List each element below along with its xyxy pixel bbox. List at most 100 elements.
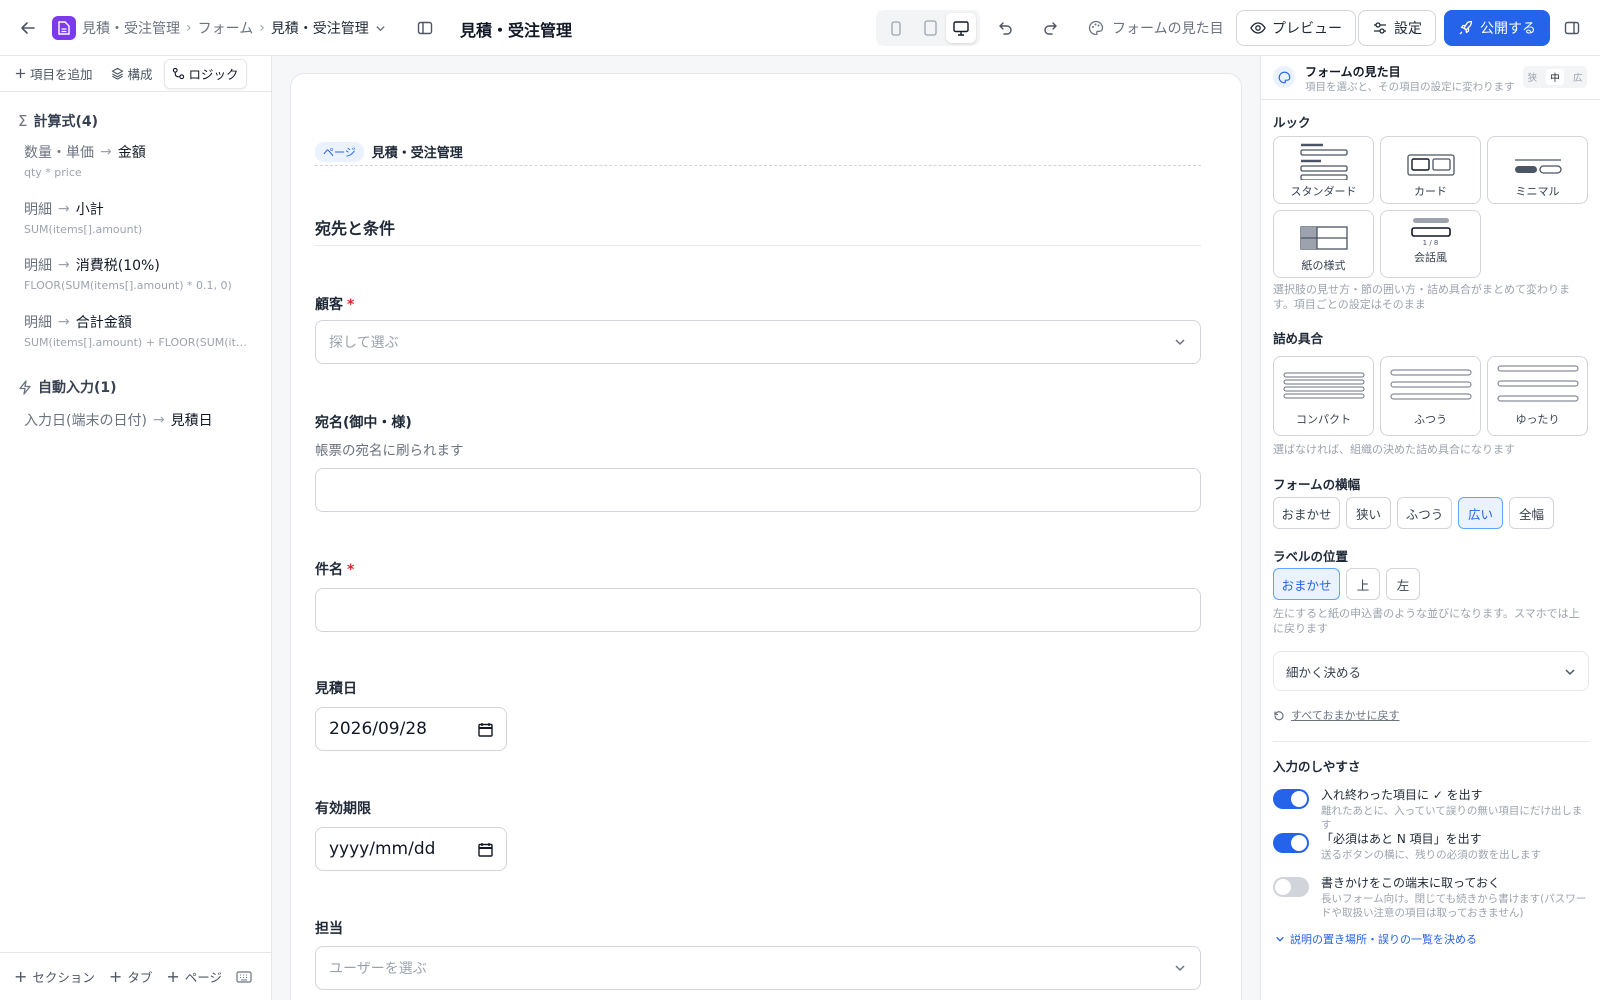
look-minimal[interactable]: ミニマル xyxy=(1487,136,1588,204)
standard-look-icon xyxy=(1299,143,1348,180)
mobile-view-icon[interactable] xyxy=(886,18,906,38)
width-narrow[interactable]: 狭い xyxy=(1346,497,1391,529)
look-minimal-label: ミニマル xyxy=(1515,185,1560,198)
plus-icon xyxy=(15,68,26,79)
chevron-down-icon xyxy=(1564,666,1576,678)
more-settings-label: 説明の置き場所・誤りの一覧を決める xyxy=(1290,933,1477,946)
look-card[interactable]: カード xyxy=(1380,136,1481,204)
appearance-button[interactable]: フォームの見た目 xyxy=(1088,18,1224,38)
sidebar-footer: + セクション + タブ + ページ xyxy=(0,952,271,1000)
publish-label: 公開する xyxy=(1480,21,1536,37)
calendar-icon[interactable] xyxy=(478,842,493,857)
customer-label: 顧客 xyxy=(315,297,343,313)
autofill-item[interactable]: 入力日(端末の日付) → 見積日 xyxy=(0,410,213,430)
panel-toggle-icon[interactable] xyxy=(1562,18,1582,38)
tablet-view-icon[interactable] xyxy=(920,18,940,38)
look-conversational[interactable]: 1 / 8 会話風 xyxy=(1380,210,1481,278)
tab-structure[interactable]: 構成 xyxy=(104,59,160,89)
tab-structure-label: 構成 xyxy=(127,67,153,82)
publish-button[interactable]: 公開する xyxy=(1444,10,1550,46)
arrow-right-icon: → xyxy=(58,201,70,217)
plus-icon: + xyxy=(108,967,123,986)
add-page-button[interactable]: + ページ xyxy=(166,967,222,986)
look-standard[interactable]: スタンダード xyxy=(1273,136,1374,204)
date-input[interactable]: 2026/09/28 xyxy=(315,707,507,751)
label-position-left[interactable]: 左 xyxy=(1386,568,1420,600)
add-tab-button[interactable]: + タブ xyxy=(109,967,152,986)
breadcrumb-section[interactable]: フォーム xyxy=(198,18,254,38)
formula-expression: qty * price xyxy=(24,166,82,179)
width-auto[interactable]: おまかせ xyxy=(1273,497,1340,529)
density-normal[interactable]: ふつう xyxy=(1380,356,1481,436)
top-bar: 見積・受注管理 › フォーム › 見積・受注管理 見積・受注管理 フォームの見た… xyxy=(0,0,1600,56)
sidebar-toggle-icon[interactable] xyxy=(415,18,435,38)
detail-select-label: 細かく決める xyxy=(1286,664,1362,680)
formulas-title: 計算式(4) xyxy=(33,114,99,130)
arrow-right-icon: → xyxy=(58,314,70,330)
width-normal[interactable]: ふつう xyxy=(1397,497,1452,529)
keyboard-icon[interactable] xyxy=(236,970,252,983)
page-badge: ページ xyxy=(315,141,364,162)
label-position-auto[interactable]: おまかせ xyxy=(1273,568,1340,600)
checkmark-toggle[interactable] xyxy=(1273,789,1309,809)
formula-item[interactable]: 数量・単価 → 金額 qty * price xyxy=(0,142,249,179)
redo-icon[interactable] xyxy=(1040,18,1060,38)
density-compact-label: コンパクト xyxy=(1296,413,1351,426)
customer-select[interactable]: 探して選ぶ xyxy=(315,320,1201,364)
addressee-input[interactable] xyxy=(315,468,1201,512)
eye-icon xyxy=(1250,20,1266,36)
formula-item[interactable]: 明細 → 消費税(10%) FLOOR(SUM(items[].amount) * … xyxy=(0,255,249,292)
density-compact[interactable]: コンパクト xyxy=(1273,356,1374,436)
paper-look-icon xyxy=(1299,226,1348,250)
calendar-icon[interactable] xyxy=(478,722,493,737)
plus-icon: + xyxy=(14,967,28,986)
reset-link[interactable]: すべておまかせに戻す xyxy=(1273,707,1399,723)
sigma-icon: Σ xyxy=(18,112,28,130)
label-position-top[interactable]: 上 xyxy=(1346,568,1380,600)
rocket-icon xyxy=(1458,20,1474,36)
formula-item[interactable]: 明細 → 合計金額 SUM(items[].amount) + FLOOR(SUM(… xyxy=(0,312,249,349)
preview-button[interactable]: プレビュー xyxy=(1236,10,1356,46)
draft-save-toggle-desc: 長いフォーム向け。閉じても続きから書けます(パスワードや取扱い注意の項目は取って… xyxy=(1321,893,1587,919)
tab-add-item[interactable]: 項目を追加 xyxy=(8,59,100,89)
compact-density-icon xyxy=(1283,372,1364,399)
required-count-toggle[interactable] xyxy=(1273,833,1309,853)
density-relaxed[interactable]: ゆったり xyxy=(1487,356,1588,436)
breadcrumb-app[interactable]: 見積・受注管理 xyxy=(82,18,180,38)
chevron-down-icon[interactable] xyxy=(375,23,386,34)
breadcrumb-current[interactable]: 見積・受注管理 xyxy=(271,18,369,38)
size-medium[interactable]: 中 xyxy=(1546,69,1564,85)
subject-input[interactable] xyxy=(315,588,1201,632)
undo-icon[interactable] xyxy=(996,18,1016,38)
formula-item[interactable]: 明細 → 小計 SUM(items[].amount) xyxy=(0,199,249,236)
desktop-view-icon[interactable] xyxy=(946,13,976,43)
card-look-icon xyxy=(1406,154,1455,176)
panel-subtitle: 項目を選ぶと、その項目の設定に変わります xyxy=(1305,81,1515,93)
palette-icon xyxy=(1088,20,1104,36)
checkmark-toggle-desc: 離れたあとに、入っていて誤りの無い項目にだけ出します xyxy=(1321,805,1583,831)
owner-select[interactable]: ユーザーを選ぶ xyxy=(315,946,1201,990)
tab-logic[interactable]: ロジック xyxy=(163,58,247,89)
back-arrow-icon[interactable] xyxy=(18,18,38,38)
size-narrow[interactable]: 狭 xyxy=(1528,70,1538,84)
look-paper[interactable]: 紙の様式 xyxy=(1273,210,1374,278)
preview-label: プレビュー xyxy=(1272,21,1342,37)
look-paper-counter: 1 / 8 xyxy=(1422,239,1439,247)
arrow-right-icon: → xyxy=(58,257,70,273)
width-wide[interactable]: 広い xyxy=(1458,497,1503,529)
look-standard-label: スタンダード xyxy=(1290,185,1357,198)
checkmark-toggle-title: 入れ終わった項目に ✓ を出す xyxy=(1321,788,1483,802)
detail-select[interactable]: 細かく決める xyxy=(1273,651,1589,691)
required-mark: * xyxy=(347,562,355,578)
reset-link-label: すべておまかせに戻す xyxy=(1291,709,1400,722)
look-note: 選択肢の見せ方・節の囲い方・詰め具合がまとめて変わります。項目ごとの設定はそのま… xyxy=(1273,283,1570,311)
add-section-button[interactable]: + セクション xyxy=(14,967,95,986)
settings-button[interactable]: 設定 xyxy=(1358,10,1436,46)
width-full[interactable]: 全幅 xyxy=(1509,497,1554,529)
more-settings-link[interactable]: 説明の置き場所・誤りの一覧を決める xyxy=(1275,931,1477,947)
date-value: 2026/09/28 xyxy=(329,719,427,739)
size-wide[interactable]: 広 xyxy=(1573,70,1583,84)
expiry-input[interactable]: yyyy/mm/dd xyxy=(315,827,507,871)
draft-save-toggle[interactable] xyxy=(1273,877,1309,897)
formula-source: 明細 xyxy=(24,315,52,331)
